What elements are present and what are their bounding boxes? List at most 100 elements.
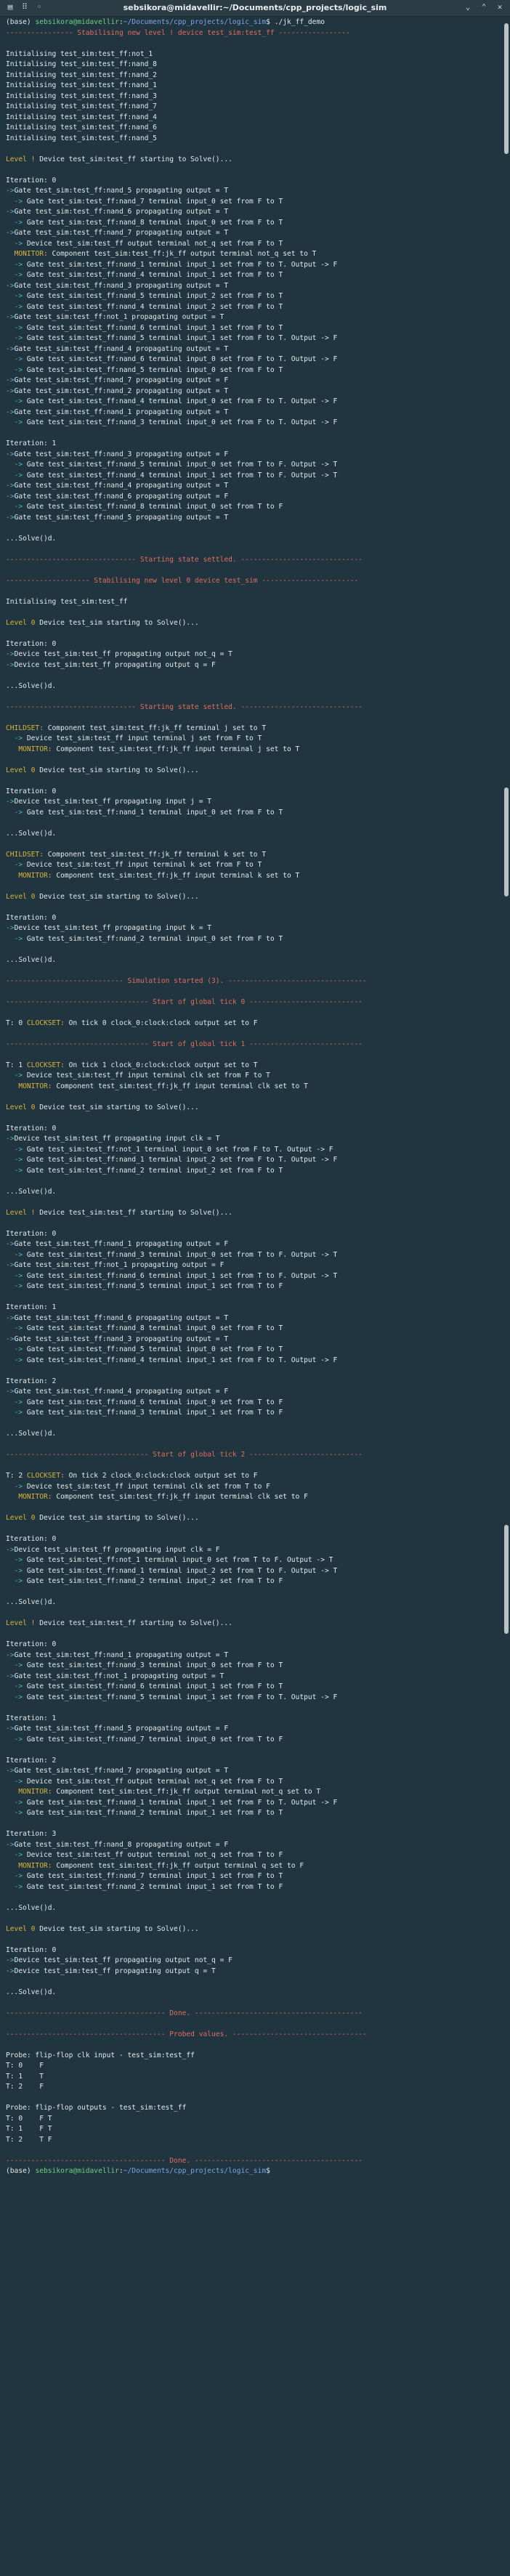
log-text: Gate test_sim:test_ff:nand_6 terminal in…	[26, 1398, 283, 1406]
terminal-line: T: 1 F T	[6, 2124, 501, 2135]
sub-arrow-marker: ->	[6, 1345, 27, 1353]
terminal-line: -> Device test_sim:test_ff input termina…	[6, 1071, 501, 1082]
scroll-thumb[interactable]	[504, 23, 509, 154]
terminal-line: -> Gate test_sim:test_ff:nand_4 terminal…	[6, 302, 501, 313]
terminal-line: -> Gate test_sim:test_ff:not_1 terminal …	[6, 1145, 501, 1156]
terminal-line: -> Device test_sim:test_ff input termina…	[6, 734, 501, 745]
terminal-line: Iteration: 0	[6, 1124, 501, 1135]
terminal-line: -> Gate test_sim:test_ff:nand_4 terminal…	[6, 397, 501, 408]
terminal-line: ...Solve()d.	[6, 534, 501, 545]
terminal-line: Level 0 Device test_sim starting to Solv…	[6, 892, 501, 903]
terminal-line: (base) sebsikora@midavellir:~/Documents/…	[6, 2166, 501, 2177]
terminal-line: -> Gate test_sim:test_ff:nand_8 terminal…	[6, 218, 501, 229]
minimize-icon[interactable]: ⌄	[464, 3, 472, 12]
title-bar-right-controls: ⌄ ⌃ ✕	[464, 3, 504, 12]
section-header: -------------------- Stabilising new lev…	[6, 576, 359, 585]
log-text: Gate test_sim:test_ff:nand_1 terminal in…	[26, 1798, 338, 1807]
log-text: ...Solve()d.	[6, 1903, 57, 1912]
monitor-label: MONITOR:	[14, 250, 48, 258]
terminal-line: -> Gate test_sim:test_ff:nand_8 terminal…	[6, 502, 501, 513]
log-text: Gate test_sim:test_ff:nand_5 propagating…	[14, 1725, 229, 1733]
section-header: ---------------------------------- Start…	[6, 997, 363, 1006]
terminal-line: Initialising test_sim:test_ff:nand_7	[6, 102, 501, 113]
terminal-line: T: 0 F	[6, 2061, 501, 2072]
terminal-line: Iteration: 0	[6, 639, 501, 650]
terminal-output[interactable]: (base) sebsikora@midavellir:~/Documents/…	[0, 17, 501, 2575]
sub-arrow-marker: ->	[6, 1577, 27, 1585]
monitor-label: MONITOR:	[18, 871, 52, 880]
log-text: Initialising test_sim:test_ff	[6, 597, 128, 606]
maximize-icon[interactable]: ⌃	[479, 3, 488, 12]
arrow-marker: ->	[6, 924, 15, 932]
log-text: Device test_sim:test_ff starting to Solv…	[35, 155, 232, 163]
terminal-line: ---------------------------------- Start…	[6, 1450, 501, 1461]
terminal-line: T: 2 T F	[6, 2135, 501, 2146]
terminal-line: -> Gate test_sim:test_ff:nand_2 terminal…	[6, 1882, 501, 1893]
log-text: Gate test_sim:test_ff:nand_1 propagating…	[14, 1240, 229, 1248]
terminal-line: MONITOR: Component test_sim:test_ff:jk_f…	[6, 249, 501, 260]
log-text: Gate test_sim:test_ff:nand_7 terminal in…	[26, 1735, 283, 1743]
terminal-line: ->Gate test_sim:test_ff:nand_6 propagati…	[6, 1313, 501, 1324]
terminal-line: Iteration: 1	[6, 439, 501, 450]
terminal-line: ---------------- Stabilising new level !…	[6, 28, 501, 39]
scrollbar[interactable]	[504, 17, 509, 2572]
terminal-line: -------------------------------------- P…	[6, 2030, 501, 2041]
level-marker: Level 0	[6, 1103, 36, 1111]
log-text: Gate test_sim:test_ff:nand_4 propagating…	[14, 1388, 229, 1396]
log-text: On tick 1 clock_0:clock:clock output set…	[64, 1061, 258, 1069]
sub-arrow-marker: ->	[6, 1693, 27, 1701]
section-header: ---------------- Stabilising new level !…	[6, 28, 350, 37]
log-text: Component test_sim:test_ff:jk_ff output …	[52, 1861, 304, 1870]
terminal-line: -> Gate test_sim:test_ff:nand_8 terminal…	[6, 1324, 501, 1334]
terminal-line: Iteration: 1	[6, 1714, 501, 1725]
sub-arrow-marker: ->	[6, 503, 27, 511]
terminal-line: Initialising test_sim:test_ff:nand_6	[6, 123, 501, 134]
arrow-marker: ->	[6, 1261, 15, 1269]
arrow-marker: ->	[6, 229, 15, 237]
terminal-line: -> Gate test_sim:test_ff:nand_7 terminal…	[6, 197, 501, 208]
log-text: T: 2 T F	[6, 2135, 52, 2144]
arrow-marker: ->	[6, 1767, 15, 1775]
terminal-line: MONITOR: Component test_sim:test_ff:jk_f…	[6, 1861, 501, 1872]
terminal-line: Level 0 Device test_sim starting to Solv…	[6, 1513, 501, 1524]
log-text: Gate test_sim:test_ff:nand_3 terminal in…	[26, 1409, 283, 1417]
terminal-line: ->Gate test_sim:test_ff:nand_3 propagati…	[6, 281, 501, 292]
close-icon[interactable]: ✕	[495, 3, 504, 12]
log-text: ...Solve()d.	[6, 1988, 57, 1996]
terminal-line: -------------------------------------- D…	[6, 2156, 501, 2167]
scroll-thumb[interactable]	[504, 1525, 509, 1634]
scroll-thumb[interactable]	[504, 787, 509, 896]
terminal-line: MONITOR: Component test_sim:test_ff:jk_f…	[6, 1492, 501, 1503]
level-marker: Level 0	[6, 892, 36, 901]
log-text: Device test_sim:test_ff starting to Solv…	[35, 1619, 232, 1627]
terminal-line: MONITOR: Component test_sim:test_ff:jk_f…	[6, 1082, 501, 1093]
log-text: T: 1 T	[6, 2072, 44, 2081]
sub-arrow-marker: ->	[6, 355, 27, 363]
terminal-line: -> Device test_sim:test_ff input termina…	[6, 860, 501, 871]
section-header: ---------------------------- Simulation …	[6, 976, 367, 985]
terminal-line: -> Gate test_sim:test_ff:not_1 terminal …	[6, 1555, 501, 1566]
terminal-line: ->Device test_sim:test_ff propagating ou…	[6, 1967, 501, 1977]
terminal-line: T: 2 CLOCKSET: On tick 2 clock_0:clock:c…	[6, 1471, 501, 1482]
log-text: ...Solve()d.	[6, 1430, 57, 1438]
log-text: Device test_sim starting to Solve()...	[35, 1924, 199, 1933]
log-text: Gate test_sim:test_ff:nand_3 propagating…	[14, 1334, 229, 1343]
terminal-line: ...Solve()d.	[6, 1988, 501, 1998]
log-text: ...Solve()d.	[6, 1187, 57, 1196]
terminal-line: ---------------------------------- Start…	[6, 1040, 501, 1050]
terminal-line: T: 0 F T	[6, 2114, 501, 2125]
arrow-marker: ->	[6, 187, 15, 195]
